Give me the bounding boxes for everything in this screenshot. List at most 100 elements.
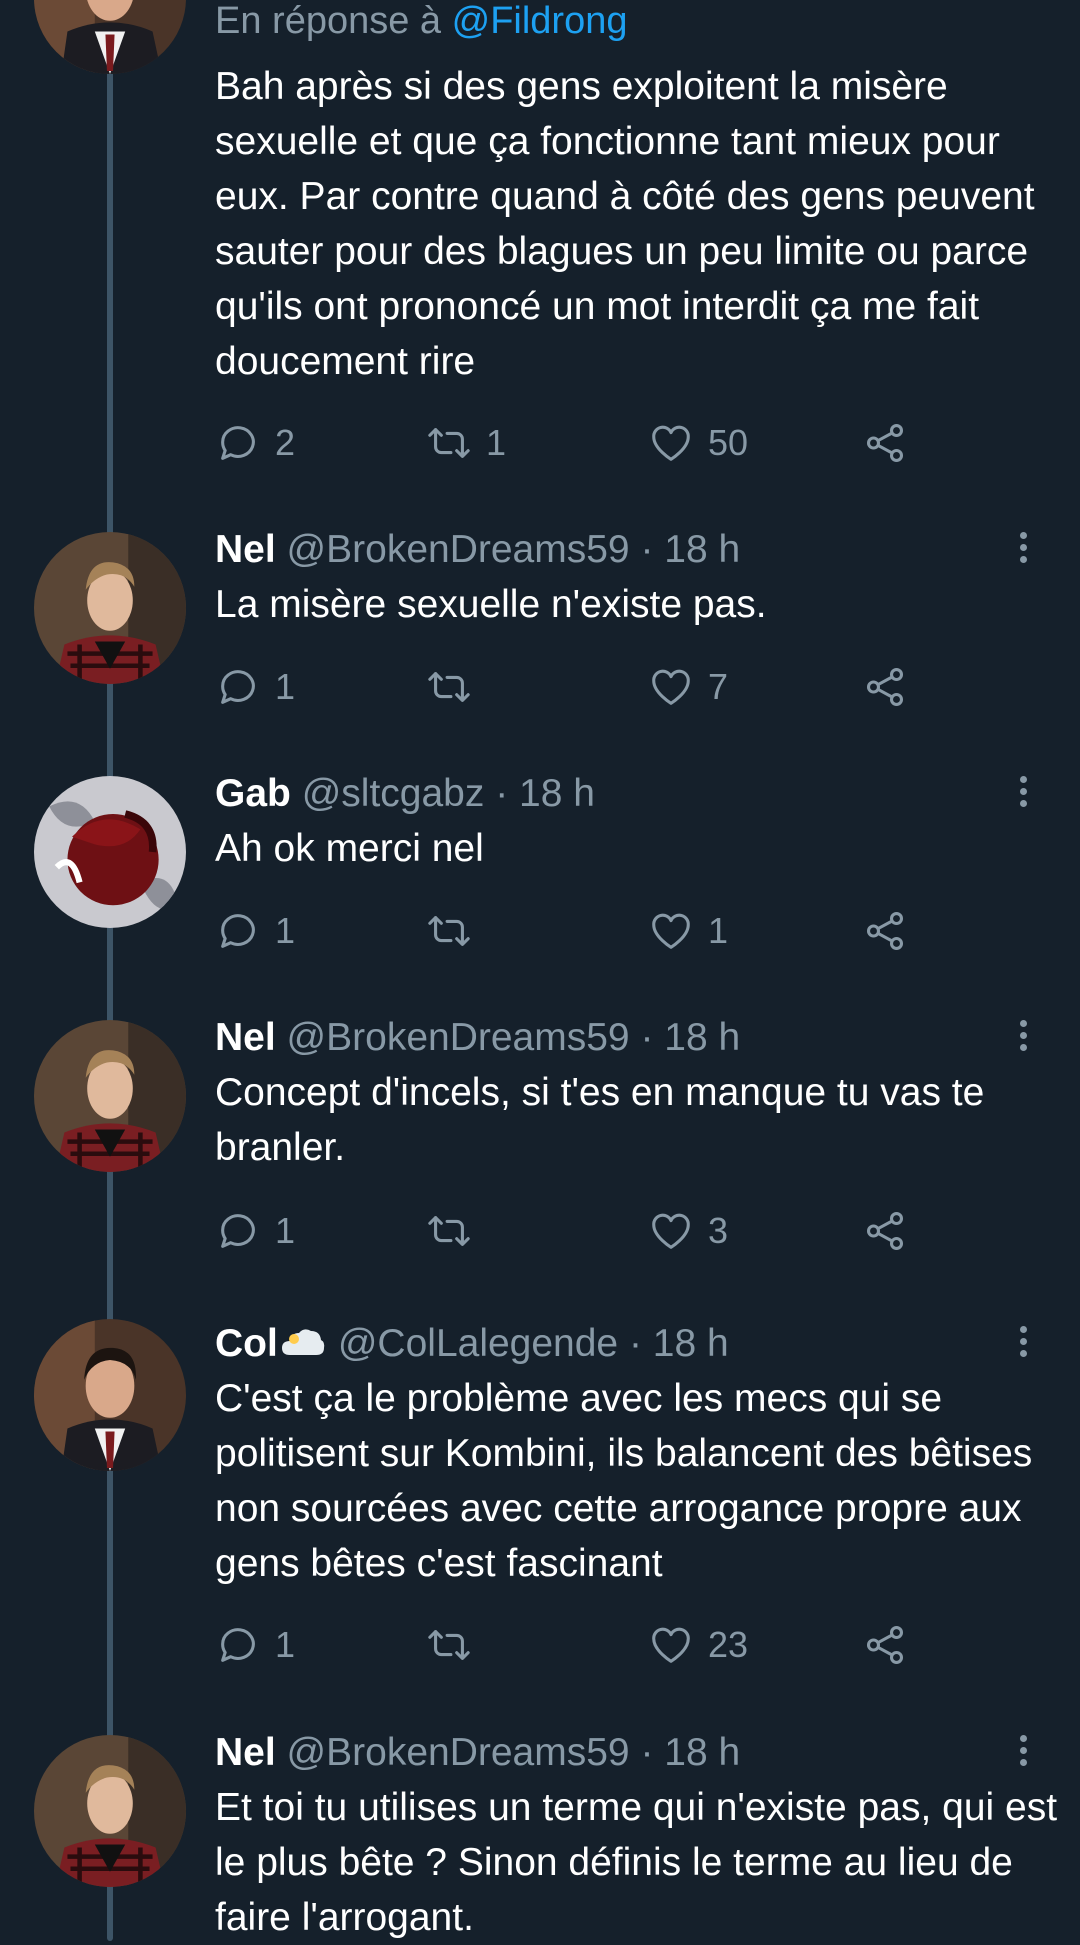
timestamp: · 18 h (640, 528, 741, 571)
retweet-button[interactable] (426, 905, 486, 957)
reply-count: 1 (275, 910, 296, 951)
tweet-actions: 1 3 (215, 1205, 935, 1257)
more-icon[interactable] (1014, 1322, 1032, 1362)
like-button[interactable]: 3 (648, 1205, 728, 1257)
retweet-icon (426, 664, 472, 710)
share-icon (862, 1622, 908, 1668)
cloud-emoji-icon (281, 1329, 325, 1355)
avatar[interactable] (34, 776, 186, 928)
display-name[interactable]: Col (215, 1322, 278, 1365)
more-icon[interactable] (1014, 1731, 1032, 1771)
reply-count: 1 (275, 1624, 296, 1665)
heart-icon (648, 664, 694, 710)
like-button[interactable]: 7 (648, 661, 728, 713)
more-icon[interactable] (1014, 1016, 1032, 1056)
more-icon[interactable] (1014, 528, 1032, 568)
timestamp: · 18 h (628, 1322, 729, 1365)
reply-prefix: En réponse à (215, 0, 442, 42)
reply-count: 2 (275, 422, 296, 463)
tweet-text: C'est ça le problème avec les mecs qui s… (215, 1377, 1033, 1585)
timestamp: · 18 h (640, 1016, 741, 1059)
tweet-text: Bah après si des gens exploitent la misè… (215, 65, 1035, 383)
timestamp: · 18 h (495, 772, 595, 815)
reply-button[interactable]: 2 (215, 417, 295, 469)
tweet-header: Col @ColLalegende · 18 h (215, 1321, 729, 1367)
share-icon (862, 1208, 908, 1254)
reply-button[interactable]: 1 (215, 1205, 295, 1257)
share-button[interactable] (862, 905, 908, 957)
tweet-0[interactable]: En réponse à @Fildrong Bah après si des … (0, 0, 1080, 480)
tweet-header: Gab @sltcgabz · 18 h (215, 771, 595, 817)
reply-icon (215, 1622, 261, 1668)
reply-count: 1 (275, 1210, 296, 1251)
share-icon (862, 908, 908, 954)
retweet-button[interactable] (426, 661, 486, 713)
reply-button[interactable]: 1 (215, 905, 295, 957)
share-icon (862, 664, 908, 710)
timestamp: · 18 h (640, 1731, 741, 1774)
handle[interactable]: @BrokenDreams59 (287, 1731, 630, 1774)
share-button[interactable] (862, 1619, 908, 1671)
share-button[interactable] (862, 1205, 908, 1257)
like-button[interactable]: 1 (648, 905, 728, 957)
tweet-text: Et toi tu utilises un terme qui n'existe… (215, 1786, 1058, 1939)
like-count: 1 (708, 910, 729, 951)
heart-icon (648, 1208, 694, 1254)
reply-button[interactable]: 1 (215, 1619, 295, 1671)
tweet-1[interactable]: Nel @BrokenDreams59 · 18 h La misère sex… (0, 520, 1080, 720)
tweet-5[interactable]: Nel @BrokenDreams59 · 18 h Et toi tu uti… (0, 1730, 1080, 1941)
display-name[interactable]: Nel (215, 528, 276, 571)
tweet-header: Nel @BrokenDreams59 · 18 h (215, 1730, 740, 1776)
like-button[interactable]: 50 (648, 417, 748, 469)
tweet-text: Concept d'incels, si t'es en manque tu v… (215, 1071, 985, 1169)
heart-icon (648, 908, 694, 954)
like-count: 3 (708, 1210, 729, 1251)
avatar[interactable] (34, 1735, 186, 1887)
tweet-header: Nel @BrokenDreams59 · 18 h (215, 527, 740, 573)
reply-count: 1 (275, 666, 296, 707)
share-button[interactable] (862, 661, 908, 713)
like-button[interactable]: 23 (648, 1619, 748, 1671)
tweet-actions: 1 1 (215, 905, 935, 957)
reply-button[interactable]: 1 (215, 661, 295, 713)
retweet-button[interactable] (426, 1205, 486, 1257)
reply-to-line: En réponse à @Fildrong (215, 0, 628, 44)
reply-icon (215, 1208, 261, 1254)
like-count: 23 (708, 1624, 749, 1665)
handle[interactable]: @ColLalegende (338, 1322, 618, 1365)
tweet-2[interactable]: Gab @sltcgabz · 18 h Ah ok merci nel 1 1 (0, 764, 1080, 964)
retweet-icon (426, 420, 472, 466)
retweet-icon (426, 908, 472, 954)
like-count: 50 (708, 422, 749, 463)
display-name[interactable]: Gab (215, 772, 291, 815)
tweet-3[interactable]: Nel @BrokenDreams59 · 18 h Concept d'inc… (0, 1008, 1080, 1268)
heart-icon (648, 420, 694, 466)
tweet-actions: 1 7 (215, 661, 935, 713)
reply-icon (215, 664, 261, 710)
display-name[interactable]: Nel (215, 1731, 276, 1774)
reply-mention-link[interactable]: @Fildrong (452, 0, 628, 42)
retweet-button[interactable]: 1 (426, 417, 506, 469)
avatar[interactable] (34, 0, 186, 74)
reply-icon (215, 420, 261, 466)
tweet-text: La misère sexuelle n'existe pas. (215, 583, 767, 626)
avatar[interactable] (34, 1020, 186, 1172)
share-icon (862, 420, 908, 466)
retweet-count: 1 (486, 422, 507, 463)
retweet-icon (426, 1622, 472, 1668)
tweet-text: Ah ok merci nel (215, 827, 484, 870)
retweet-button[interactable] (426, 1619, 486, 1671)
avatar[interactable] (34, 532, 186, 684)
tweet-actions: 2 1 50 (215, 417, 935, 469)
display-name[interactable]: Nel (215, 1016, 276, 1059)
reply-icon (215, 908, 261, 954)
handle[interactable]: @sltcgabz (302, 772, 485, 815)
handle[interactable]: @BrokenDreams59 (287, 1016, 630, 1059)
heart-icon (648, 1622, 694, 1668)
avatar[interactable] (34, 1319, 186, 1471)
more-icon[interactable] (1014, 772, 1032, 812)
retweet-icon (426, 1208, 472, 1254)
share-button[interactable] (862, 417, 908, 469)
tweet-4[interactable]: Col @ColLalegende · 18 h C'est ça le prob… (0, 1314, 1080, 1684)
handle[interactable]: @BrokenDreams59 (287, 528, 630, 571)
